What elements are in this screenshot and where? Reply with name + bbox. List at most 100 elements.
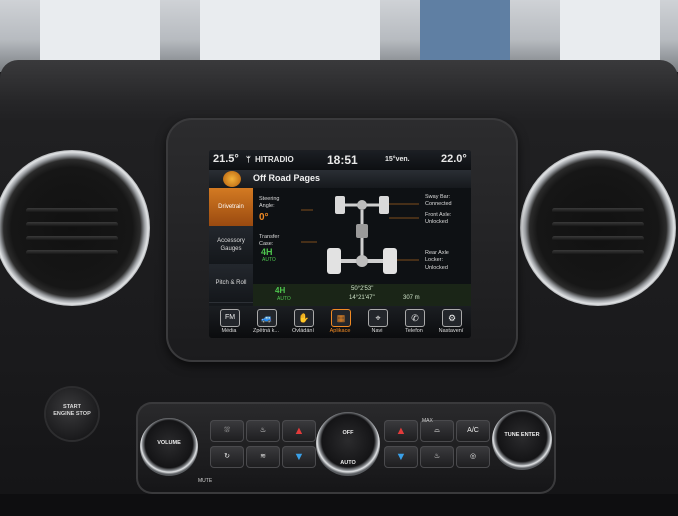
console-bottom bbox=[0, 494, 678, 516]
temp-down-right-button[interactable]: ▼ bbox=[384, 446, 418, 468]
temp-up-left-button[interactable]: ▲ bbox=[282, 420, 316, 442]
weather-temp: 15°ven. bbox=[385, 156, 410, 163]
seat-icon: ♨ bbox=[259, 427, 267, 434]
steering-angle-label: Steering Angle: bbox=[259, 196, 280, 209]
sway-bar-label: Sway Bar: bbox=[425, 194, 451, 200]
front-right-wheel bbox=[379, 196, 389, 214]
nav-settings-label: Nastavení bbox=[438, 328, 464, 334]
apps-icon: ▦ bbox=[331, 309, 351, 327]
heated-wheel-button[interactable]: ◎ bbox=[456, 446, 490, 468]
latitude: 50°2'53" bbox=[351, 286, 374, 292]
sway-bar-value: Connected bbox=[425, 201, 452, 207]
max-defrost-button[interactable]: ⛆ bbox=[210, 420, 244, 442]
start-stop-label: START ENGINE STOP bbox=[53, 404, 91, 417]
front-axle-value: Unlocked bbox=[425, 219, 448, 225]
tune-knob[interactable]: TUNE ENTER bbox=[492, 410, 552, 470]
tab-pitch-roll[interactable]: Pitch & Roll bbox=[209, 264, 253, 303]
gear-icon: ⚙ bbox=[442, 309, 462, 327]
max-label: MAX bbox=[422, 418, 433, 424]
mode-value: 4H bbox=[275, 286, 286, 295]
steering-wheel-icon: ◎ bbox=[469, 453, 477, 460]
navigation-icon: ⌖ bbox=[368, 309, 388, 327]
car-icon: 🚙 bbox=[257, 309, 277, 327]
chevron-up-icon: ▲ bbox=[293, 425, 305, 437]
rear-right-wheel bbox=[383, 248, 397, 274]
seat-icon: ♨ bbox=[433, 453, 441, 460]
nav-controls-label: Ovládání bbox=[291, 328, 314, 334]
rear-left-wheel bbox=[327, 248, 341, 274]
tab-accessory-gauges[interactable]: Accessory Gauges bbox=[209, 226, 253, 265]
windshield-icon: ⌓ bbox=[434, 427, 440, 434]
chevron-down-icon: ▼ bbox=[395, 451, 407, 463]
bottom-nav: FM Média 🚙 Zpětná k... ✋ Ovládání ▦ Apli… bbox=[209, 306, 471, 338]
volume-knob[interactable]: VOLUME bbox=[140, 418, 198, 476]
chevron-down-icon: ▼ bbox=[293, 451, 305, 463]
seat-heat-button[interactable]: ♨ bbox=[246, 420, 280, 442]
bottom-info-bar: 4H AUTO 50°2'53" 14°21'47" 307 m bbox=[253, 284, 471, 306]
mute-label[interactable]: MUTE bbox=[198, 478, 212, 484]
chevron-up-icon: ▲ bbox=[395, 425, 407, 437]
defrost-icon: ⛆ bbox=[224, 427, 230, 434]
volume-knob-label: VOLUME bbox=[157, 440, 181, 446]
nav-settings[interactable]: ⚙ Nastavení bbox=[433, 306, 469, 338]
front-differential bbox=[357, 200, 367, 210]
nav-rear-camera[interactable]: 🚙 Zpětná k... bbox=[248, 306, 284, 338]
transfer-case bbox=[356, 224, 368, 238]
blue-panel bbox=[420, 0, 510, 62]
fan-direction-button[interactable]: ≋ bbox=[246, 446, 280, 468]
nav-controls[interactable]: ✋ Ovládání bbox=[285, 306, 321, 338]
elevation: 307 m bbox=[403, 295, 420, 301]
antenna-icon: ᛘ bbox=[246, 155, 251, 164]
temp-down-left-button[interactable]: ▼ bbox=[282, 446, 316, 468]
left-air-vent[interactable] bbox=[0, 150, 150, 306]
recirculation-button[interactable]: ↻ bbox=[210, 446, 244, 468]
off-road-logo-icon bbox=[223, 171, 241, 187]
nav-phone-label: Telefon bbox=[405, 328, 423, 334]
steering-angle-value: 0° bbox=[259, 212, 269, 223]
fan-direction-icon: ≋ bbox=[260, 453, 266, 460]
nav-apps-label: Aplikace bbox=[329, 328, 351, 334]
transfer-case-sub: AUTO bbox=[262, 257, 276, 263]
radio-station[interactable]: HITRADIO bbox=[255, 155, 294, 164]
tab-drivetrain[interactable]: Drivetrain bbox=[209, 188, 253, 227]
rear-axle-label: Rear Axle Locker: bbox=[425, 250, 449, 263]
page-title: Off Road Pages bbox=[253, 173, 321, 183]
infotainment-screen[interactable]: 21.5° ᛘ HITRADIO 18:51 15°ven. 22.0° Off… bbox=[209, 150, 471, 338]
side-tabs: Drivetrain Accessory Gauges Pitch & Roll bbox=[209, 188, 253, 306]
nav-phone[interactable]: ✆ Telefon bbox=[396, 306, 432, 338]
transfer-case-label: Transfer Case: bbox=[259, 234, 280, 247]
climate-control-panel: VOLUME TUNE ENTER OFF AUTO ⛆ ♨ ▲ ▼ ▲ ▼ ⌓… bbox=[136, 402, 556, 494]
window-pane bbox=[40, 0, 160, 62]
recirculation-icon: ↻ bbox=[224, 453, 230, 460]
rear-axle-value: Unlocked bbox=[425, 265, 448, 271]
fan-knob-off-label: OFF bbox=[342, 430, 354, 436]
rear-differential bbox=[356, 255, 368, 267]
nav-media-label: Média bbox=[221, 328, 237, 334]
nav-navigation[interactable]: ⌖ Navi bbox=[359, 306, 395, 338]
radio-icon: FM bbox=[220, 309, 240, 327]
nav-navigation-label: Navi bbox=[371, 328, 383, 334]
window-pane bbox=[560, 0, 660, 62]
nav-apps[interactable]: ▦ Aplikace bbox=[322, 306, 358, 338]
nav-rear-camera-label: Zpětná k... bbox=[253, 328, 279, 334]
outside-temperature: 21.5° bbox=[213, 153, 239, 165]
seat-heat-right-button[interactable]: ♨ bbox=[420, 446, 454, 468]
tune-knob-label: TUNE ENTER bbox=[504, 432, 540, 438]
phone-icon: ✆ bbox=[405, 309, 425, 327]
cabin-temperature: 22.0° bbox=[441, 153, 467, 165]
longitude: 14°21'47" bbox=[349, 295, 375, 301]
mode-sub: AUTO bbox=[277, 296, 291, 302]
start-stop-button[interactable]: START ENGINE STOP bbox=[46, 388, 98, 440]
right-air-vent[interactable] bbox=[520, 150, 676, 306]
fan-knob[interactable]: OFF AUTO bbox=[316, 412, 380, 476]
front-axle-label: Front Axle: bbox=[425, 212, 452, 218]
hand-icon: ✋ bbox=[294, 309, 314, 327]
temp-up-right-button[interactable]: ▲ bbox=[384, 420, 418, 442]
ac-label: A/C bbox=[467, 427, 479, 434]
clock: 18:51 bbox=[327, 153, 358, 167]
front-left-wheel bbox=[335, 196, 345, 214]
transfer-case-value: 4H bbox=[261, 247, 273, 257]
ac-button[interactable]: A/C bbox=[456, 420, 490, 442]
drivetrain-diagram bbox=[301, 196, 419, 274]
nav-media[interactable]: FM Média bbox=[211, 306, 247, 338]
